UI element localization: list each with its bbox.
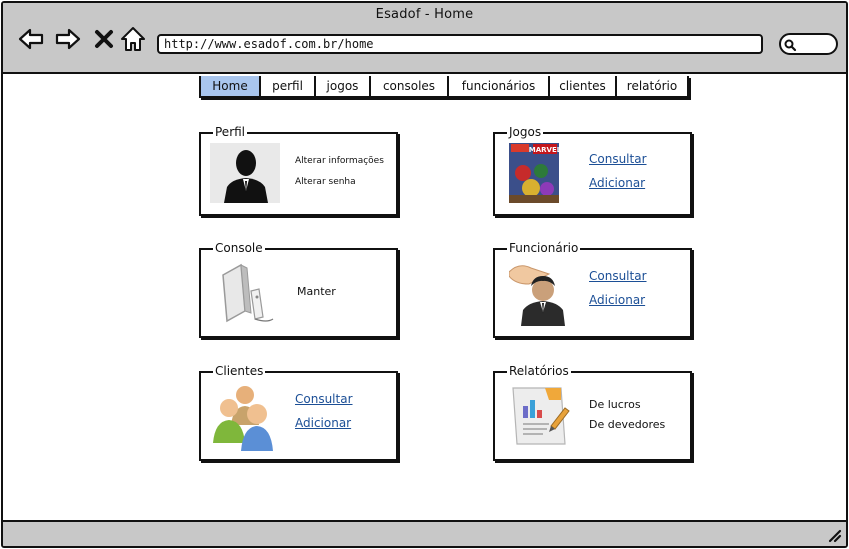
main-nav-tabs: Home perfil jogos consoles funcionários … xyxy=(199,76,689,98)
jogos-card-title: Jogos xyxy=(507,125,544,140)
clientes-adicionar-link[interactable]: Adicionar xyxy=(295,416,353,430)
tab-clientes[interactable]: clientes xyxy=(550,76,617,96)
jogos-actions: Consultar Adicionar xyxy=(589,152,647,190)
clientes-card-title: Clientes xyxy=(213,364,266,379)
status-bar xyxy=(3,520,846,546)
console-icon xyxy=(215,261,277,327)
jogos-card: Jogos MARVEL Consultar Adicionar xyxy=(493,125,692,216)
console-card-title: Console xyxy=(213,241,265,256)
clientes-card: Clientes Consultar Adicionar xyxy=(199,364,398,461)
tab-consoles[interactable]: consoles xyxy=(371,76,449,96)
arrow-right-icon xyxy=(55,28,81,50)
relatorios-card: Relatórios De lucros De devedores xyxy=(493,364,692,461)
funcionario-consultar-link[interactable]: Consultar xyxy=(589,269,647,283)
users-group-icon xyxy=(213,386,273,451)
arrow-left-icon xyxy=(18,28,44,50)
funcionario-actions: Consultar Adicionar xyxy=(589,269,647,307)
console-card: Console Manter xyxy=(199,241,398,338)
relatorios-options: De lucros De devedores xyxy=(589,398,665,431)
user-silhouette-icon xyxy=(210,143,280,203)
tab-funcionarios[interactable]: funcionários xyxy=(449,76,550,96)
relatorio-lucros-link[interactable]: De lucros xyxy=(589,398,665,411)
funcionario-card-title: Funcionário xyxy=(507,241,581,256)
game-cover-icon: MARVEL xyxy=(509,143,562,203)
profile-silhouette-image xyxy=(210,143,280,203)
tab-perfil[interactable]: perfil xyxy=(261,76,316,96)
back-button[interactable] xyxy=(17,25,45,53)
clients-image xyxy=(211,381,279,451)
browser-toolbar: Esadof - Home http://www.esadof.com.br/h… xyxy=(3,3,846,74)
perfil-options: Alterar informações Alterar senha xyxy=(295,156,384,187)
employee-image xyxy=(508,260,575,326)
home-button[interactable] xyxy=(119,25,147,53)
alterar-informacoes-link[interactable]: Alterar informações xyxy=(295,156,384,166)
browser-window: Esadof - Home http://www.esadof.com.br/h… xyxy=(1,1,848,548)
tab-relatorio[interactable]: relatório xyxy=(617,76,687,96)
search-box[interactable] xyxy=(779,33,838,55)
tab-jogos[interactable]: jogos xyxy=(316,76,371,96)
forward-button[interactable] xyxy=(54,25,82,53)
resize-grip-icon[interactable] xyxy=(826,527,842,543)
employee-icon xyxy=(508,260,575,326)
jogos-consultar-link[interactable]: Consultar xyxy=(589,152,647,166)
console-options: Manter xyxy=(297,285,336,298)
console-manter-link[interactable]: Manter xyxy=(297,285,336,298)
game-cover-image: MARVEL xyxy=(509,143,562,203)
relatorio-devedores-link[interactable]: De devedores xyxy=(589,418,665,431)
jogos-adicionar-link[interactable]: Adicionar xyxy=(589,176,647,190)
window-title: Esadof - Home xyxy=(375,7,474,22)
perfil-card-title: Perfil xyxy=(213,125,248,140)
stop-button[interactable] xyxy=(91,25,119,53)
tab-home[interactable]: Home xyxy=(201,76,261,96)
funcionario-adicionar-link[interactable]: Adicionar xyxy=(589,293,647,307)
clientes-actions: Consultar Adicionar xyxy=(295,392,353,430)
search-icon xyxy=(784,39,797,52)
alterar-senha-link[interactable]: Alterar senha xyxy=(295,177,384,187)
close-icon xyxy=(95,30,113,48)
reports-image xyxy=(509,382,575,448)
relatorios-card-title: Relatórios xyxy=(507,364,571,379)
console-image xyxy=(215,261,277,327)
funcionario-card: Funcionário Consultar Adicionar xyxy=(493,241,692,338)
home-icon xyxy=(121,27,145,51)
clientes-consultar-link[interactable]: Consultar xyxy=(295,392,353,406)
report-chart-icon xyxy=(512,387,570,445)
marvel-logo-text: MARVEL xyxy=(529,146,559,154)
perfil-card: Perfil Alterar informações Alterar senha xyxy=(199,125,398,216)
address-bar[interactable]: http://www.esadof.com.br/home xyxy=(157,34,763,54)
